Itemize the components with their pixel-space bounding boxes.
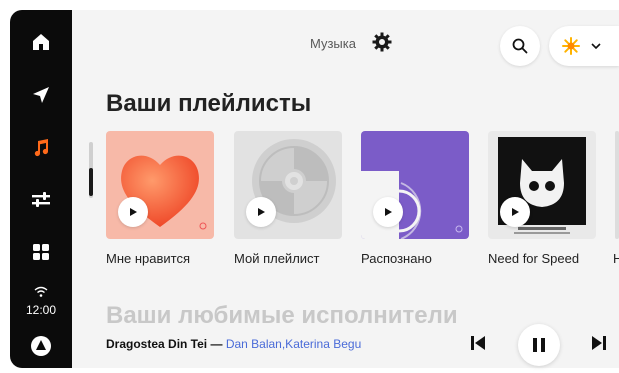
- previous-track-icon: [471, 336, 485, 350]
- playlist-card-my[interactable]: [234, 131, 342, 239]
- scroll-thumb[interactable]: [89, 168, 93, 196]
- playlist-card-partial[interactable]: [615, 131, 619, 239]
- sidebar-item-music[interactable]: [10, 128, 72, 168]
- next-track-icon: [592, 336, 606, 350]
- page-title: Музыка: [310, 36, 356, 51]
- settings-button[interactable]: [372, 32, 392, 57]
- track-separator: —: [207, 337, 226, 351]
- pause-icon: [533, 338, 545, 352]
- screen: 12:00 Музыка Ваши плейлисты Мне нравится…: [0, 0, 619, 373]
- section-title-playlists: Ваши плейлисты: [106, 90, 312, 117]
- playlist-card-liked[interactable]: [106, 131, 214, 239]
- wifi-status: [10, 286, 72, 298]
- home-icon: [33, 34, 49, 50]
- chevron-down-icon: [591, 43, 601, 49]
- navigation-arrow-icon: [33, 87, 49, 103]
- playlist-label: Н: [613, 251, 619, 266]
- now-playing-info: Dragostea Din Tei — Dan Balan,Katerina B…: [106, 337, 361, 351]
- account-button[interactable]: [549, 26, 619, 66]
- play-icon: [130, 208, 137, 216]
- sidebar-item-alice[interactable]: [10, 326, 72, 366]
- play-button[interactable]: [118, 197, 148, 227]
- sidebar-item-home[interactable]: [10, 22, 72, 62]
- sidebar-item-navigation[interactable]: [10, 75, 72, 115]
- playlist-card-need-for-speed[interactable]: [488, 131, 596, 239]
- section-title-artists: Ваши любимые исполнители: [106, 302, 458, 329]
- pause-button[interactable]: [518, 324, 560, 366]
- previous-track-button[interactable]: [469, 334, 487, 357]
- now-playing-bar[interactable]: Dragostea Din Tei — Dan Balan,Katerina B…: [72, 324, 619, 368]
- play-button[interactable]: [373, 197, 403, 227]
- play-icon: [258, 208, 265, 216]
- track-title: Dragostea Din Tei: [106, 337, 208, 351]
- sidebar: 12:00: [10, 10, 72, 368]
- play-button[interactable]: [246, 197, 276, 227]
- play-icon: [512, 208, 519, 216]
- clock: 12:00: [25, 303, 57, 317]
- sidebar-item-settings[interactable]: [10, 180, 72, 220]
- playlist-label: Мне нравится: [106, 251, 191, 266]
- gear-icon: [372, 32, 392, 52]
- next-track-button[interactable]: [590, 334, 608, 357]
- sliders-icon: [32, 192, 50, 207]
- track-artist[interactable]: Dan Balan,Katerina Begu: [226, 337, 361, 351]
- avatar-icon: [562, 37, 580, 55]
- playlist-label: Мой плейлист: [234, 251, 320, 266]
- playlist-label: Распознано: [361, 251, 432, 266]
- main-content: Музыка Ваши плейлисты Мне нравится Мой п…: [72, 10, 619, 368]
- play-button[interactable]: [500, 197, 530, 227]
- search-button[interactable]: [500, 26, 540, 66]
- alice-icon: [31, 336, 51, 356]
- music-note-icon: [34, 139, 49, 157]
- play-icon: [385, 208, 392, 216]
- wifi-icon: [34, 286, 48, 297]
- sidebar-item-apps[interactable]: [10, 232, 72, 272]
- search-icon: [512, 38, 528, 54]
- playlist-label: Need for Speed: [488, 251, 580, 266]
- apps-grid-icon: [33, 244, 49, 260]
- playlist-card-recognized[interactable]: [361, 131, 469, 239]
